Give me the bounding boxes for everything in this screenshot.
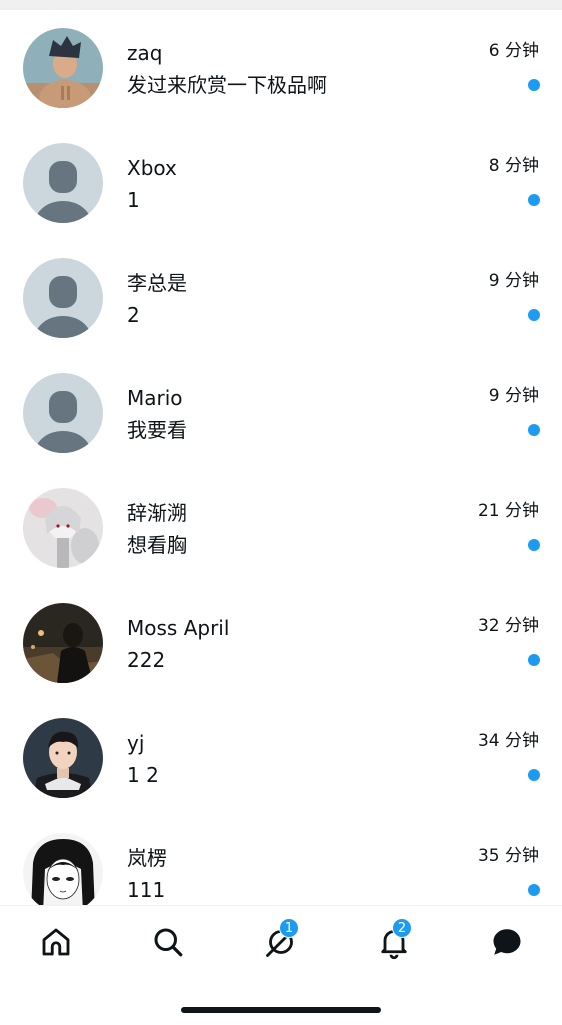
photo-man-shirtless-avatar xyxy=(23,28,103,108)
conversation-row[interactable]: zaq 发过来欣赏一下极品啊 6 分钟 xyxy=(0,10,562,125)
timestamp: 34 分钟 xyxy=(477,731,539,751)
message-preview: 想看胸 xyxy=(127,533,187,557)
default-avatar xyxy=(23,373,103,453)
conversation-row[interactable]: Moss April 222 32 分钟 xyxy=(0,585,562,700)
conversation-name: 辞渐溯 xyxy=(127,501,187,525)
conversation-list[interactable]: zaq 发过来欣赏一下极品啊 6 分钟 Xbox 1 8 分钟 李总是 2 9 … xyxy=(0,10,562,905)
tab-notifications[interactable]: 2 xyxy=(374,918,414,962)
message-preview: 111 xyxy=(127,878,166,902)
timestamp: 32 分钟 xyxy=(477,616,539,636)
status-bar-area xyxy=(0,0,562,10)
message-preview: 2 xyxy=(127,303,140,327)
message-preview: 我要看 xyxy=(127,418,187,442)
timestamp: 9 分钟 xyxy=(488,271,539,291)
unread-dot xyxy=(528,424,540,436)
conversation-row[interactable]: Xbox 1 8 分钟 xyxy=(0,125,562,240)
unread-dot xyxy=(528,79,540,91)
conversation-name: 岚楞 xyxy=(127,846,167,870)
timestamp: 9 分钟 xyxy=(488,386,539,406)
avatar[interactable] xyxy=(23,143,103,223)
message-preview: 222 xyxy=(127,648,166,672)
default-avatar xyxy=(23,258,103,338)
conversation-name: 李总是 xyxy=(127,271,187,295)
conversation-row[interactable]: 岚楞 111 35 分钟 xyxy=(0,815,562,905)
photo-manga-girl-avatar xyxy=(23,833,103,905)
photo-anime-white-hair-avatar xyxy=(23,488,103,568)
default-avatar xyxy=(23,143,103,223)
avatar[interactable] xyxy=(23,373,103,453)
avatar[interactable] xyxy=(23,603,103,683)
timestamp: 35 分钟 xyxy=(477,846,539,866)
conversation-name: Moss April xyxy=(127,616,230,640)
timestamp: 8 分钟 xyxy=(488,156,539,176)
timestamp: 21 分钟 xyxy=(477,501,539,521)
timestamp: 6 分钟 xyxy=(488,41,539,61)
message-preview: 1 2 xyxy=(127,763,159,787)
conversation-row[interactable]: 辞渐溯 想看胸 21 分钟 xyxy=(0,470,562,585)
home-icon xyxy=(42,928,70,956)
conversation-row[interactable]: yj 1 2 34 分钟 xyxy=(0,700,562,815)
avatar[interactable] xyxy=(23,833,103,905)
conversation-name: zaq xyxy=(127,41,163,65)
conversation-row[interactable]: Mario 我要看 9 分钟 xyxy=(0,355,562,470)
spaces-badge: 1 xyxy=(279,918,299,938)
notifications-badge: 2 xyxy=(392,918,412,938)
avatar[interactable] xyxy=(23,28,103,108)
photo-dark-night-avatar xyxy=(23,603,103,683)
message-preview: 发过来欣赏一下极品啊 xyxy=(127,73,327,97)
tab-home[interactable] xyxy=(36,922,76,962)
unread-dot xyxy=(528,194,540,206)
message-preview: 1 xyxy=(127,188,140,212)
unread-dot xyxy=(528,539,540,551)
tab-messages[interactable] xyxy=(487,922,527,962)
conversation-name: Xbox xyxy=(127,156,177,180)
search-icon xyxy=(154,928,183,957)
unread-dot xyxy=(528,884,540,896)
conversation-name: yj xyxy=(127,731,145,755)
avatar[interactable] xyxy=(23,258,103,338)
tab-spaces[interactable]: 1 xyxy=(261,918,301,962)
conversation-row[interactable]: 李总是 2 9 分钟 xyxy=(0,240,562,355)
unread-dot xyxy=(528,654,540,666)
unread-dot xyxy=(528,769,540,781)
tab-search[interactable] xyxy=(148,922,188,962)
unread-dot xyxy=(528,309,540,321)
messages-icon xyxy=(493,929,521,955)
avatar[interactable] xyxy=(23,718,103,798)
home-indicator xyxy=(181,1007,381,1013)
avatar[interactable] xyxy=(23,488,103,568)
photo-young-man-avatar xyxy=(23,718,103,798)
conversation-name: Mario xyxy=(127,386,183,410)
